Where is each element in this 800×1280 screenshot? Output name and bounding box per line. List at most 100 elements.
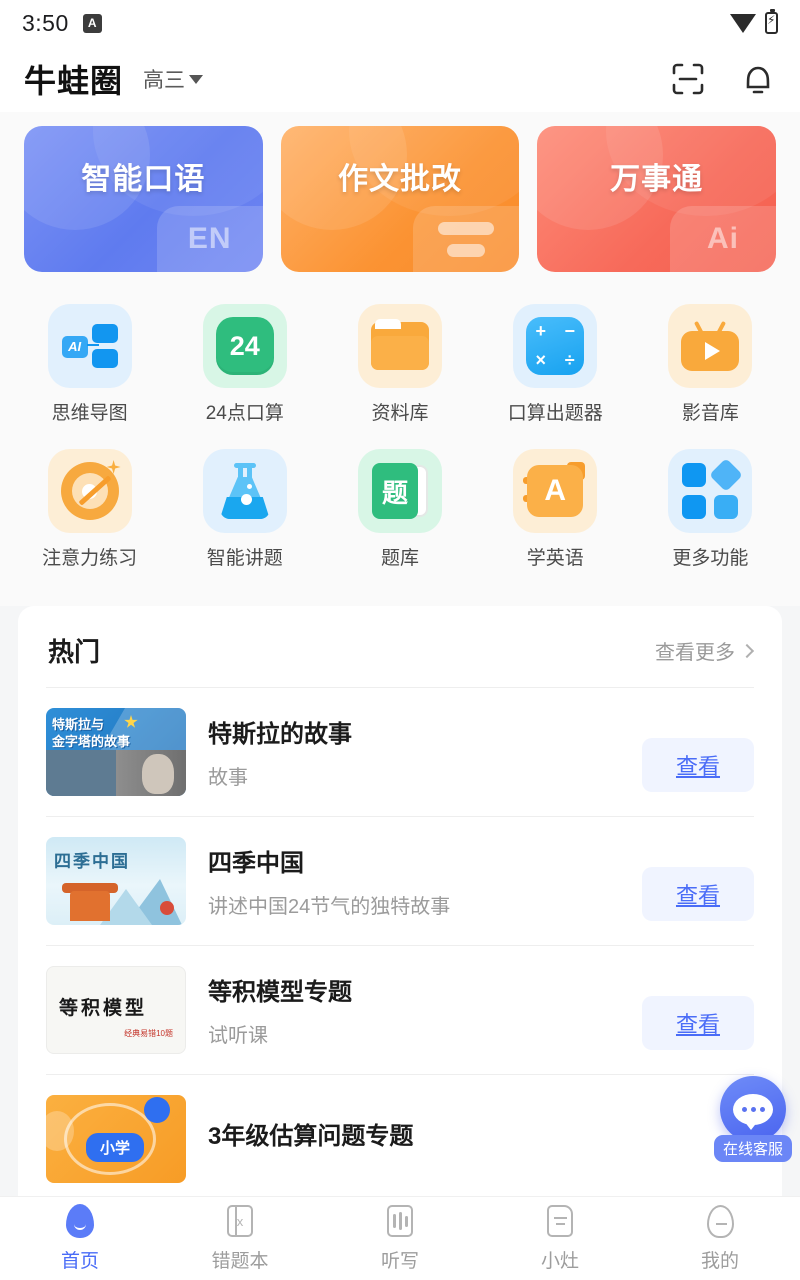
thumb-line-2: 金字塔的故事 [52, 734, 130, 749]
bottom-tab-bar: 首页 x 错题本 听写 小灶 我的 [0, 1196, 800, 1280]
list-item[interactable]: 小学 3年级估算问题专题 [18, 1075, 782, 1203]
tab-label: 首页 [61, 1246, 99, 1273]
grade-selector-label: 高三 [143, 64, 185, 94]
view-button[interactable]: 查看 [642, 996, 754, 1050]
folder-icon [358, 304, 442, 388]
feature-learn-english[interactable]: A 学英语 [478, 439, 633, 584]
item-subtitle: 试听课 [208, 1019, 620, 1048]
ai-badge-icon: Ai [707, 222, 739, 256]
scan-icon[interactable] [670, 61, 706, 97]
status-indicators [730, 12, 778, 34]
list-item[interactable]: 等积模型 经典易错10题 等积模型专题 试听课 查看 [18, 946, 782, 1074]
banner-title: 作文批改 [281, 154, 520, 198]
home-icon [63, 1204, 97, 1238]
book-char: 题 [372, 463, 418, 519]
item-thumbnail: 小学 [46, 1095, 186, 1183]
tab-lesson[interactable]: 小灶 [480, 1204, 640, 1273]
item-text: 特斯拉的故事 故事 [208, 714, 620, 790]
feature-media-library[interactable]: 影音库 [633, 294, 788, 439]
view-button[interactable]: 查看 [642, 738, 754, 792]
feature-grid-row-2: 注意力练习 智能讲题 题 题库 A 学英语 [12, 439, 788, 584]
section-title: 热门 [48, 632, 100, 669]
lines-icon [438, 222, 494, 257]
online-service-label: 在线客服 [714, 1135, 792, 1162]
feature-label: 题库 [381, 543, 419, 570]
dictation-icon [383, 1204, 417, 1238]
view-more-label: 查看更多 [655, 636, 735, 665]
item-title: 等积模型专题 [208, 972, 620, 1007]
feature-question-bank[interactable]: 题 题库 [322, 439, 477, 584]
banner-title: 智能口语 [24, 154, 263, 198]
op-times: × [535, 350, 546, 371]
banner-badge: Ai [670, 206, 776, 272]
banner-badge [413, 206, 519, 272]
tab-home[interactable]: 首页 [0, 1204, 160, 1273]
feature-smart-explain[interactable]: 智能讲题 [167, 439, 322, 584]
item-title: 3年级估算问题专题 [208, 1116, 754, 1151]
tab-label: 我的 [701, 1246, 739, 1273]
notification-bell-icon[interactable] [740, 61, 776, 97]
page-title: 牛蛙圈 [24, 56, 123, 102]
24-text: 24 [216, 317, 274, 375]
feature-label: 智能讲题 [207, 543, 283, 570]
tab-label: 听写 [381, 1246, 419, 1273]
thumb-line-1: 四季中国 [54, 847, 130, 872]
feature-label: 学英语 [527, 543, 584, 570]
feature-label: 影音库 [682, 398, 739, 425]
view-more-link[interactable]: 查看更多 [655, 636, 752, 665]
item-thumbnail: 等积模型 经典易错10题 [46, 966, 186, 1054]
banner-title: 万事通 [537, 154, 776, 198]
tab-wrong-question-book[interactable]: x 错题本 [160, 1204, 320, 1273]
view-button[interactable]: 查看 [642, 867, 754, 921]
chat-bubble-icon [733, 1094, 773, 1125]
item-text: 四季中国 讲述中国24节气的独特故事 [208, 843, 620, 919]
feature-label: 思维导图 [52, 398, 128, 425]
feature-more[interactable]: 更多功能 [633, 439, 788, 584]
tab-dictation[interactable]: 听写 [320, 1204, 480, 1273]
online-service-button[interactable] [720, 1076, 786, 1142]
en-badge-icon: EN [188, 222, 232, 256]
profile-icon [703, 1204, 737, 1238]
flask-icon [203, 449, 287, 533]
ai-mindmap-icon: AI [48, 304, 132, 388]
banner-card-spoken-english[interactable]: 智能口语 EN [24, 126, 263, 272]
hot-section-card: 热门 查看更多 特斯拉与金字塔的故事 特斯拉的故事 故事 查看 四季中国 [18, 606, 782, 1213]
feature-mindmap[interactable]: AI 思维导图 [12, 294, 167, 439]
banner-card-essay-correction[interactable]: 作文批改 [281, 126, 520, 272]
op-minus: − [564, 321, 575, 342]
feature-library[interactable]: 资料库 [322, 294, 477, 439]
banner-row: 智能口语 EN 作文批改 万事通 Ai [0, 112, 800, 290]
banner-card-know-it-all[interactable]: 万事通 Ai [537, 126, 776, 272]
item-text: 等积模型专题 试听课 [208, 972, 620, 1048]
status-app-badge-icon: A [83, 14, 102, 33]
grid-more-icon [668, 449, 752, 533]
item-subtitle: 故事 [208, 761, 620, 790]
feature-grid: AI 思维导图 24 24点口算 资料库 + [0, 290, 800, 606]
thumb-line-2: 经典易错10题 [124, 1028, 173, 1039]
op-divide: ÷ [565, 350, 575, 371]
op-plus: + [535, 321, 546, 342]
grade-selector[interactable]: 高三 [143, 64, 203, 94]
item-thumbnail: 四季中国 [46, 837, 186, 925]
tab-label: 小灶 [541, 1246, 579, 1273]
tv-play-icon [668, 304, 752, 388]
book-icon: 题 [358, 449, 442, 533]
feature-label: 更多功能 [672, 543, 748, 570]
chevron-down-icon [189, 75, 203, 84]
battery-charging-icon [765, 12, 778, 34]
tab-profile[interactable]: 我的 [640, 1204, 800, 1273]
target-dart-icon [48, 449, 132, 533]
feature-attention-training[interactable]: 注意力练习 [12, 439, 167, 584]
list-item[interactable]: 四季中国 四季中国 讲述中国24节气的独特故事 查看 [18, 817, 782, 945]
thumb-badge: 小学 [86, 1133, 144, 1162]
list-item[interactable]: 特斯拉与金字塔的故事 特斯拉的故事 故事 查看 [18, 688, 782, 816]
status-time: 3:50 [22, 10, 69, 37]
feature-label: 口算出题器 [508, 398, 603, 425]
feature-24-point[interactable]: 24 24点口算 [167, 294, 322, 439]
app-screen: 3:50 A 牛蛙圈 高三 [0, 0, 800, 1280]
wrong-question-book-icon: x [223, 1204, 257, 1238]
tab-label: 错题本 [211, 1246, 268, 1273]
item-title: 特斯拉的故事 [208, 714, 620, 749]
feature-label: 24点口算 [206, 398, 284, 425]
feature-math-generator[interactable]: + − × ÷ 口算出题器 [478, 294, 633, 439]
